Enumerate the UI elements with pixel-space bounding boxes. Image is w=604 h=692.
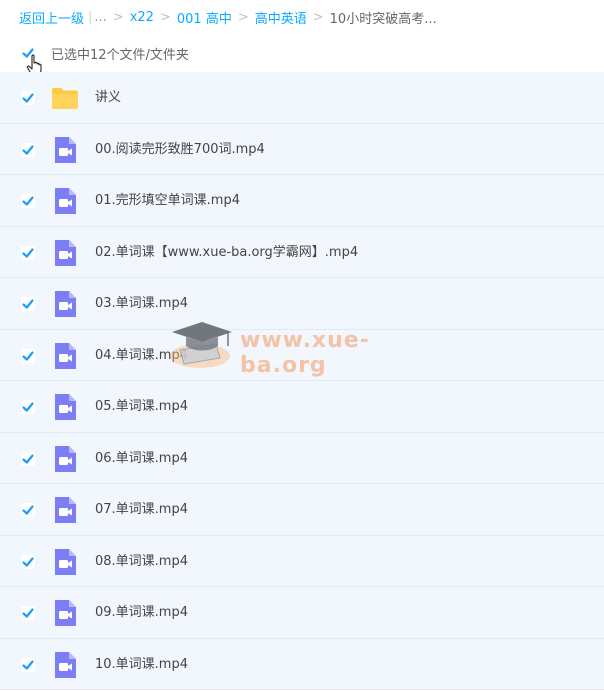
file-row[interactable]: 06.单词课.mp4 bbox=[0, 432, 604, 484]
video-file-icon bbox=[55, 136, 76, 163]
file-name[interactable]: 10.单词课.mp4 bbox=[95, 639, 188, 690]
checkbox-checked-icon bbox=[22, 402, 34, 412]
row-checkbox[interactable] bbox=[21, 142, 35, 157]
folder-icon bbox=[52, 88, 78, 109]
file-row[interactable]: 00.阅读完形致胜700词.mp4 bbox=[0, 123, 604, 175]
video-file-icon bbox=[55, 548, 76, 575]
video-file-icon bbox=[55, 291, 76, 317]
checkbox-checked-icon bbox=[22, 196, 34, 206]
file-name[interactable]: 04.单词课.mp4 bbox=[95, 330, 188, 381]
file-name[interactable]: 09.单词课.mp4 bbox=[95, 587, 188, 638]
row-checkbox[interactable] bbox=[21, 554, 35, 569]
row-checkbox[interactable] bbox=[21, 297, 35, 311]
checkbox-checked-icon bbox=[22, 350, 34, 361]
file-name[interactable]: 00.阅读完形致胜700词.mp4 bbox=[95, 124, 265, 175]
breadcrumb-divider: | bbox=[88, 9, 93, 25]
file-name[interactable]: 08.单词课.mp4 bbox=[95, 536, 188, 587]
breadcrumb-item-english[interactable]: 高中英语 bbox=[255, 8, 307, 27]
chevron-right-icon: > bbox=[112, 9, 124, 25]
file-row[interactable]: 02.单词课【www.xue-ba.org学霸网】.mp4 bbox=[0, 226, 604, 278]
video-file-icon bbox=[55, 651, 76, 678]
row-checkbox[interactable] bbox=[21, 606, 35, 620]
breadcrumb: 返回上一级 | ... > x22 > 001 高中 > 高中英语 > 10小时… bbox=[19, 7, 437, 27]
file-row[interactable]: 07.单词课.mp4 bbox=[0, 484, 604, 536]
breadcrumb-item-001[interactable]: 001 高中 bbox=[177, 8, 232, 27]
video-file-icon bbox=[55, 188, 76, 214]
row-checkbox[interactable] bbox=[21, 657, 35, 672]
row-checkbox[interactable] bbox=[21, 245, 35, 260]
file-row[interactable]: 10.单词课.mp4 bbox=[0, 638, 604, 690]
row-checkbox[interactable] bbox=[21, 400, 35, 414]
row-checkbox[interactable] bbox=[21, 503, 35, 517]
video-file-icon bbox=[55, 394, 76, 420]
checkbox-checked-icon bbox=[22, 247, 34, 258]
selection-bar: 已选中12个文件/文件夹 bbox=[0, 36, 604, 76]
row-checkbox[interactable] bbox=[21, 451, 35, 466]
file-row[interactable]: 04.单词课.mp4 bbox=[0, 329, 604, 381]
selection-count-label: 已选中12个文件/文件夹 bbox=[51, 47, 189, 63]
checkbox-checked-icon bbox=[22, 299, 34, 309]
chevron-right-icon: > bbox=[237, 9, 249, 25]
video-file-icon bbox=[55, 239, 76, 266]
file-name[interactable]: 01.完形填空单词课.mp4 bbox=[95, 175, 240, 226]
file-name[interactable]: 02.单词课【www.xue-ba.org学霸网】.mp4 bbox=[95, 227, 358, 278]
breadcrumb-ellipsis[interactable]: ... bbox=[94, 10, 106, 25]
file-row[interactable]: 05.单词课.mp4 bbox=[0, 381, 604, 433]
checkbox-checked-icon bbox=[22, 93, 34, 103]
chevron-right-icon: > bbox=[312, 9, 324, 25]
file-name[interactable]: 03.单词课.mp4 bbox=[95, 278, 188, 329]
file-list: 讲义 00.阅读完形致胜700词.mp4 01.完形填空单词课.mp4 02.单词课【… bbox=[0, 72, 604, 690]
row-checkbox[interactable] bbox=[21, 194, 35, 208]
back-link[interactable]: 返回上一级 bbox=[19, 8, 84, 27]
checkbox-checked-icon bbox=[22, 659, 34, 670]
file-name[interactable]: 讲义 bbox=[95, 72, 121, 123]
checkbox-checked-icon bbox=[22, 556, 34, 567]
file-row[interactable]: 01.完形填空单词课.mp4 bbox=[0, 175, 604, 227]
breadcrumb-current: 10小时突破高考... bbox=[329, 11, 437, 27]
file-row[interactable]: 09.单词课.mp4 bbox=[0, 587, 604, 639]
checkbox-checked-icon bbox=[22, 505, 34, 515]
folder-row[interactable]: 讲义 bbox=[0, 72, 604, 124]
file-name[interactable]: 05.单词课.mp4 bbox=[95, 381, 188, 432]
video-file-icon bbox=[55, 445, 76, 472]
checkbox-checked-icon bbox=[22, 453, 34, 464]
breadcrumb-item-x22[interactable]: x22 bbox=[130, 10, 154, 25]
file-name[interactable]: 07.单词课.mp4 bbox=[95, 484, 188, 535]
row-checkbox[interactable] bbox=[21, 91, 35, 105]
row-checkbox[interactable] bbox=[21, 348, 35, 363]
chevron-right-icon: > bbox=[159, 9, 171, 25]
video-file-icon bbox=[55, 497, 76, 523]
checkbox-checked-icon bbox=[22, 144, 34, 155]
video-file-icon bbox=[55, 600, 76, 626]
file-row[interactable]: 03.单词课.mp4 bbox=[0, 278, 604, 330]
file-row[interactable]: 08.单词课.mp4 bbox=[0, 535, 604, 587]
file-name[interactable]: 06.单词课.mp4 bbox=[95, 433, 188, 484]
checkbox-checked-icon bbox=[22, 608, 34, 618]
video-file-icon bbox=[55, 342, 76, 369]
